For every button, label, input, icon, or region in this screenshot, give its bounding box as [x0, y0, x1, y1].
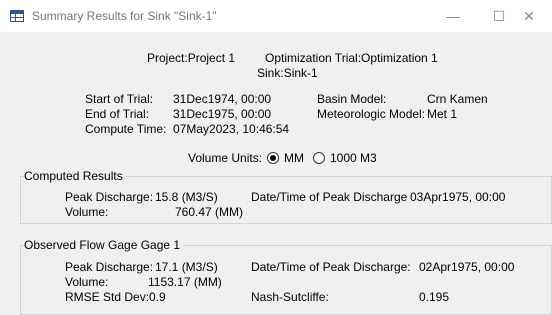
observed-volume-label: Volume:: [65, 275, 109, 289]
observed-volume-value: 1153.17 (MM): [148, 275, 222, 289]
project-row: Project:Project 1: [147, 51, 235, 65]
computed-volume-label: Volume:: [65, 205, 109, 219]
volume-units-label: Volume Units:: [188, 151, 263, 165]
sink-row: Sink:Sink-1: [257, 66, 318, 80]
observed-gage-title: Observed Flow Gage Gage 1: [24, 238, 184, 252]
radio-1000m3-label[interactable]: 1000 M3: [330, 151, 377, 165]
table-icon: [10, 10, 24, 22]
computed-peak-value: 15.8 (M3/S): [155, 190, 218, 204]
sink-value: Sink-1: [283, 66, 318, 80]
computed-peak-label: Peak Discharge:: [65, 190, 154, 204]
project-label: Project:: [147, 51, 188, 65]
computed-peak-time-label: Date/Time of Peak Discharge: [251, 190, 408, 204]
trial-row: Optimization Trial:Optimization 1: [265, 51, 438, 65]
compute-label: Compute Time:: [85, 122, 167, 136]
computed-results-title: Computed Results: [24, 169, 126, 183]
observed-peak-time-value: 02Apr1975, 00:00: [419, 260, 515, 274]
start-label: Start of Trial:: [85, 92, 154, 106]
radio-1000m3[interactable]: [313, 152, 325, 164]
computed-peak-time-value: 03Apr1975, 00:00: [410, 190, 506, 204]
radio-mm-label[interactable]: MM: [284, 151, 304, 165]
minimize-button[interactable]: —: [430, 0, 476, 32]
observed-peak-time-label: Date/Time of Peak Discharge:: [251, 260, 411, 274]
computed-volume-value: 760.47 (MM): [175, 205, 244, 219]
end-value: 31Dec1975, 00:00: [173, 107, 272, 121]
end-label: End of Trial:: [85, 107, 150, 121]
close-button[interactable]: ✕: [506, 0, 552, 32]
window-title: Summary Results for Sink "Sink-1": [32, 9, 217, 23]
met-label: Meteorologic Model:: [317, 107, 426, 121]
start-value: 31Dec1974, 00:00: [173, 92, 272, 106]
compute-value: 07May2023, 10:46:54: [173, 122, 290, 136]
observed-peak-label: Peak Discharge:: [65, 260, 154, 274]
trial-label: Optimization Trial:: [265, 51, 362, 65]
trial-value: Optimization 1: [361, 51, 438, 65]
observed-peak-value: 17.1 (M3/S): [155, 260, 218, 274]
met-value: Met 1: [427, 107, 458, 121]
project-value: Project 1: [187, 51, 236, 65]
sink-label: Sink:: [257, 66, 284, 80]
radio-mm[interactable]: [267, 152, 279, 164]
basin-value: Crn Kamen: [427, 92, 488, 106]
basin-label: Basin Model:: [317, 92, 387, 106]
title-bar[interactable]: Summary Results for Sink "Sink-1" — ☐ ✕: [0, 0, 552, 32]
